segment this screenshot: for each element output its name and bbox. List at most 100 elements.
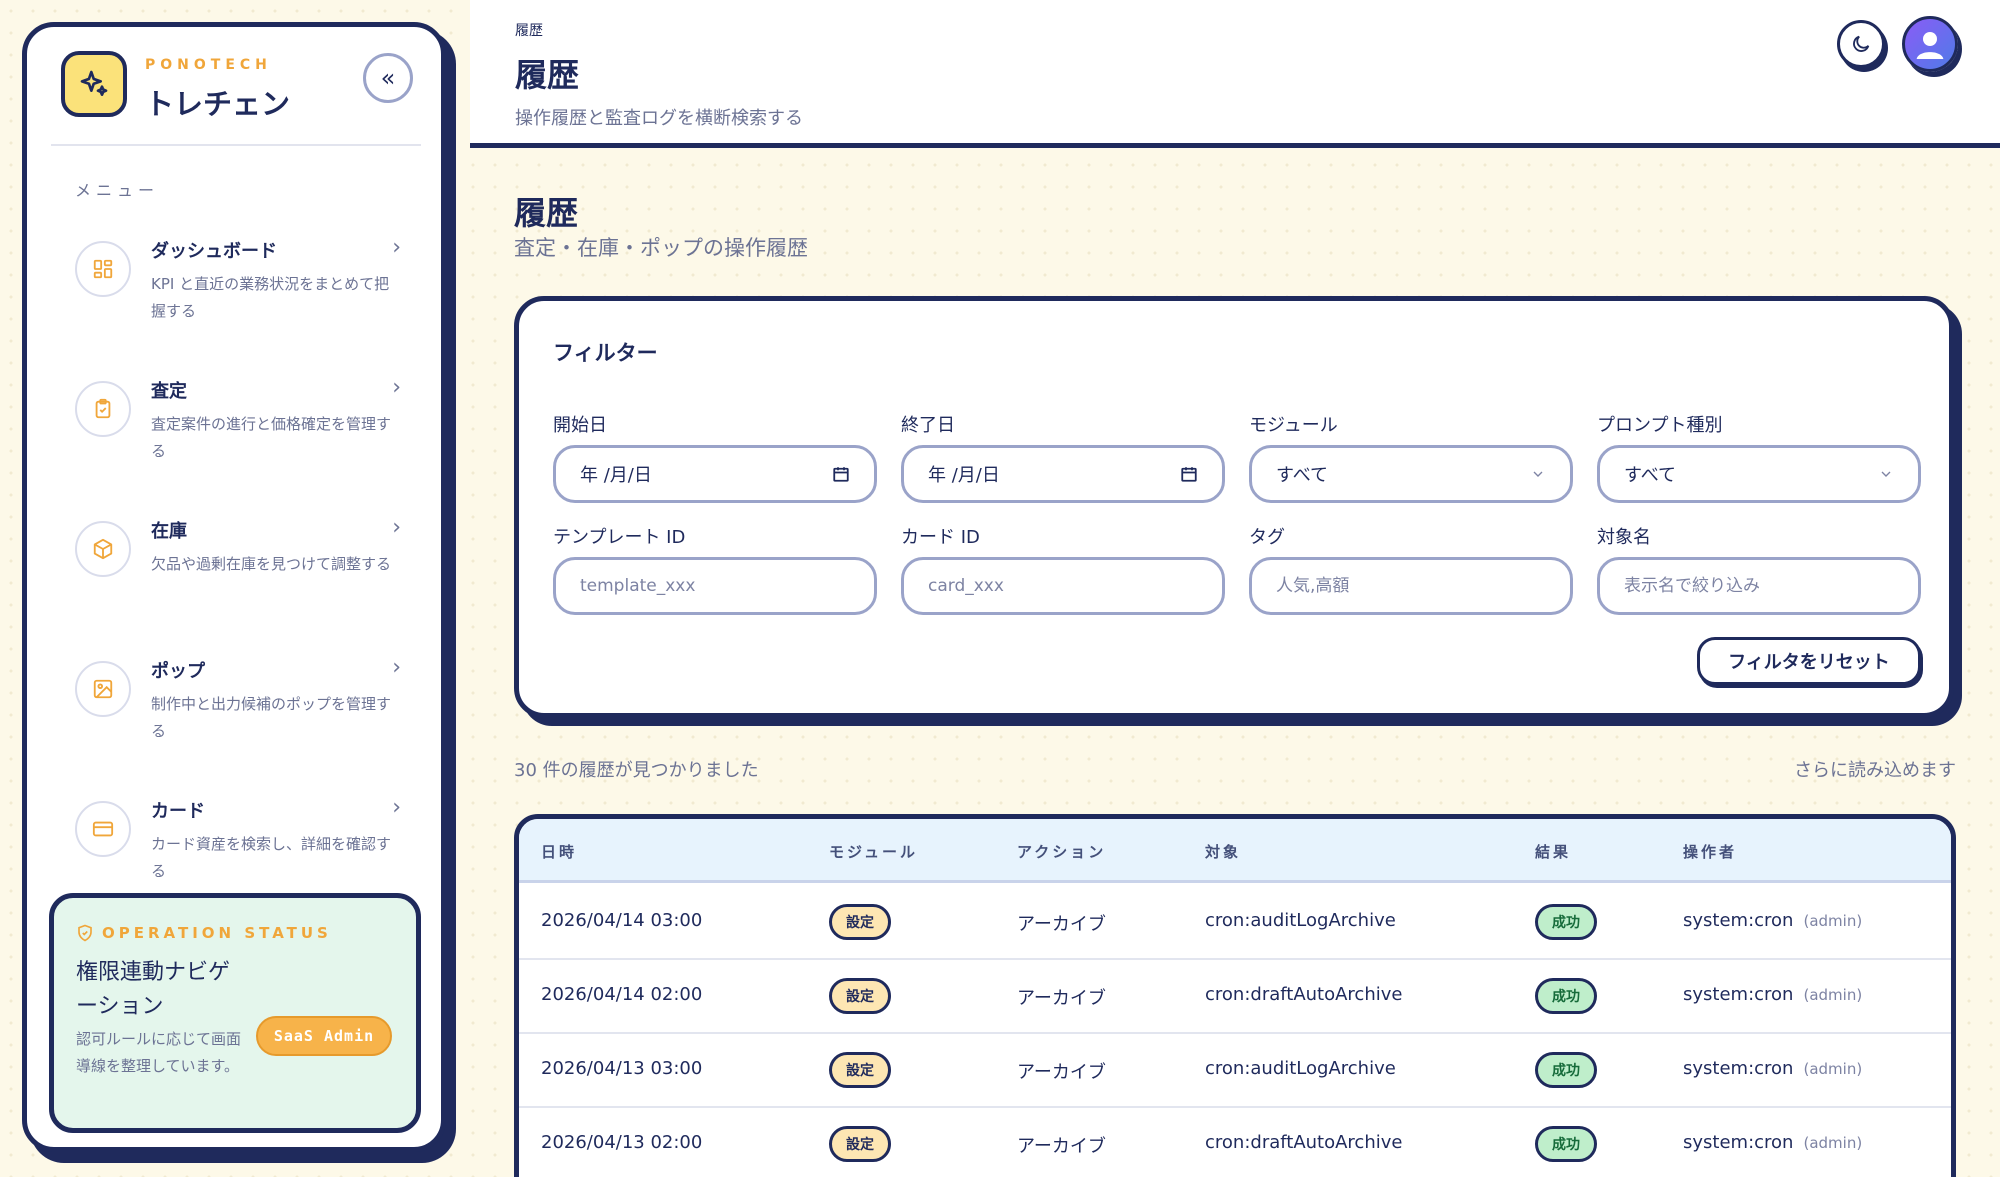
- tag-label: タグ: [1249, 527, 1285, 548]
- sidebar-item-title: ポップ: [151, 661, 205, 682]
- cell-operator: system:cron (admin): [1683, 984, 1862, 1005]
- module-select[interactable]: すべて: [1249, 445, 1573, 503]
- header-subtitle: 操作履歴と監査ログを横断検索する: [515, 108, 803, 129]
- operator-name: system:cron: [1683, 910, 1794, 931]
- operator-name: system:cron: [1683, 1058, 1794, 1079]
- card-id-input[interactable]: [928, 576, 1198, 596]
- column-header-target[interactable]: 対象: [1205, 841, 1241, 862]
- page-subtitle: 査定・在庫・ポップの操作履歴: [514, 236, 808, 260]
- brand-logo[interactable]: [61, 51, 127, 117]
- chevron-right-icon: ›: [392, 235, 401, 260]
- sidebar-item-appraisal[interactable]: 査定 査定案件の進行と価格確定を管理する ›: [51, 367, 411, 487]
- prompt-type-select-value: すべて: [1624, 465, 1677, 486]
- sidebar-item-title: カード: [151, 801, 205, 822]
- operator-role: (admin): [1803, 1134, 1863, 1152]
- load-more-link[interactable]: さらに読み込めます: [1794, 756, 1956, 782]
- module-badge: 設定: [829, 1052, 891, 1088]
- end-date-value: 年 /月/日: [928, 465, 1000, 486]
- prompt-type-select[interactable]: すべて: [1597, 445, 1921, 503]
- status-kicker-label: OPERATION STATUS: [102, 924, 332, 942]
- reset-filter-button[interactable]: フィルタをリセット: [1697, 637, 1921, 685]
- end-date-label: 終了日: [901, 415, 955, 436]
- role-badge: SaaS Admin: [256, 1016, 392, 1056]
- start-date-value: 年 /月/日: [580, 465, 652, 486]
- target-name-field: [1597, 557, 1921, 615]
- sparkle-icon: [80, 70, 108, 96]
- sidebar-item-inventory[interactable]: 在庫 欠品や過剰在庫を見つけて調整する ›: [51, 507, 411, 627]
- page-title: 履歴: [514, 194, 579, 232]
- cell-operator: system:cron (admin): [1683, 1058, 1862, 1079]
- operator-role: (admin): [1803, 912, 1863, 930]
- filter-heading: フィルター: [553, 341, 658, 365]
- module-badge: 設定: [829, 1126, 891, 1162]
- cell-datetime: 2026/04/13 03:00: [541, 1058, 703, 1079]
- start-date-field[interactable]: 年 /月/日: [553, 445, 877, 503]
- result-badge: 成功: [1535, 904, 1597, 940]
- cell-target: cron:auditLogArchive: [1205, 910, 1396, 931]
- module-select-value: すべて: [1276, 465, 1329, 486]
- sidebar-item-card[interactable]: カード カード資産を検索し、詳細を確認する ›: [51, 787, 411, 907]
- column-header-module[interactable]: モジュール: [829, 841, 918, 862]
- collapse-sidebar-button[interactable]: «: [363, 53, 413, 103]
- table-header: 日時 モジュール アクション 対象 結果 操作者: [519, 819, 1951, 883]
- calendar-icon: [833, 467, 849, 482]
- sidebar-item-pop[interactable]: ポップ 制作中と出力候補のポップを管理する ›: [51, 647, 411, 767]
- target-name-label: 対象名: [1597, 527, 1651, 548]
- status-desc: 認可ルールに応じて画面導線を整理しています。: [76, 1030, 242, 1075]
- operator-role: (admin): [1803, 986, 1863, 1004]
- theme-toggle-button[interactable]: [1837, 20, 1885, 68]
- table-row[interactable]: 2026/04/14 03:00 設定 アーカイブ cron:auditLogA…: [519, 886, 1951, 960]
- cell-target: cron:draftAutoArchive: [1205, 1132, 1403, 1153]
- table-row[interactable]: 2026/04/13 03:00 設定 アーカイブ cron:auditLogA…: [519, 1034, 1951, 1108]
- filter-panel: フィルター 開始日 年 /月/日 終了日 年 /月/日 モジュール すべて プロ…: [514, 296, 1954, 718]
- sidebar-item-title: ダッシュボード: [151, 241, 277, 262]
- dashboard-grid-icon: [75, 241, 131, 297]
- operation-status-card: OPERATION STATUS 権限連動ナビゲーション 認可ルールに応じて画面…: [49, 893, 421, 1133]
- sidebar-item-dashboard[interactable]: ダッシュボード KPI と直近の業務状況をまとめて把握する ›: [51, 227, 411, 347]
- tag-field: [1249, 557, 1573, 615]
- status-title: 権限連動ナビゲーション: [76, 960, 231, 1019]
- brand-name: トレチェン: [145, 87, 291, 121]
- template-id-label: テンプレート ID: [553, 527, 686, 548]
- clipboard-check-icon: [75, 381, 131, 437]
- column-header-operator[interactable]: 操作者: [1683, 841, 1737, 862]
- module-label: モジュール: [1249, 415, 1338, 436]
- column-header-datetime[interactable]: 日時: [541, 841, 577, 862]
- moon-icon: [1853, 35, 1870, 52]
- sidebar-item-title: 在庫: [151, 521, 187, 542]
- tag-input[interactable]: [1276, 576, 1546, 596]
- top-header: 履歴 履歴 操作履歴と監査ログを横断検索する: [470, 0, 2000, 148]
- table-row[interactable]: 2026/04/14 02:00 設定 アーカイブ cron:draftAuto…: [519, 960, 1951, 1034]
- result-badge: 成功: [1535, 1052, 1597, 1088]
- column-header-result[interactable]: 結果: [1535, 841, 1571, 862]
- cell-action: アーカイブ: [1017, 1062, 1106, 1083]
- table-row[interactable]: 2026/04/13 02:00 設定 アーカイブ cron:draftAuto…: [519, 1108, 1951, 1177]
- template-id-input[interactable]: [580, 576, 850, 596]
- module-badge: 設定: [829, 978, 891, 1014]
- operator-name: system:cron: [1683, 1132, 1794, 1153]
- menu-heading: メニュー: [75, 181, 160, 200]
- header-title: 履歴: [515, 56, 580, 94]
- column-header-action[interactable]: アクション: [1017, 841, 1106, 862]
- cell-datetime: 2026/04/14 03:00: [541, 910, 703, 931]
- cell-datetime: 2026/04/13 02:00: [541, 1132, 703, 1153]
- breadcrumb[interactable]: 履歴: [515, 20, 543, 40]
- cell-datetime: 2026/04/14 02:00: [541, 984, 703, 1005]
- sidebar-item-desc: 欠品や過剰在庫を見つけて調整する: [151, 555, 392, 573]
- cell-action: アーカイブ: [1017, 1136, 1106, 1157]
- cell-target: cron:auditLogArchive: [1205, 1058, 1396, 1079]
- end-date-field[interactable]: 年 /月/日: [901, 445, 1225, 503]
- box-icon: [75, 521, 131, 577]
- calendar-icon: [1181, 467, 1197, 482]
- user-icon: [1916, 32, 1944, 59]
- target-name-input[interactable]: [1624, 576, 1894, 596]
- chevron-down-icon: [1533, 471, 1543, 477]
- divider: [51, 144, 421, 146]
- cell-action: アーカイブ: [1017, 914, 1106, 935]
- chevron-right-icon: ›: [392, 795, 401, 820]
- operator-role: (admin): [1803, 1060, 1863, 1078]
- avatar[interactable]: [1902, 16, 1958, 72]
- card-icon: [75, 801, 131, 857]
- chevron-right-icon: ›: [392, 375, 401, 400]
- module-badge: 設定: [829, 904, 891, 940]
